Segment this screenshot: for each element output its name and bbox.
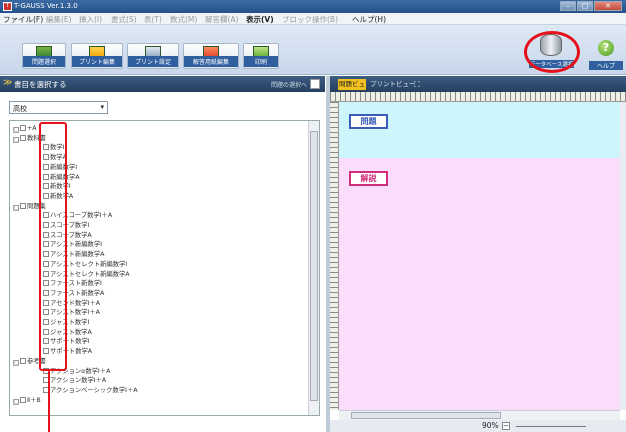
preview-horizontal-scrollbar[interactable] bbox=[339, 410, 620, 420]
help-button[interactable]: ? ヘルプ bbox=[589, 40, 623, 70]
preview-horizontal-thumb[interactable] bbox=[351, 412, 501, 419]
zoom-slider[interactable] bbox=[516, 426, 586, 427]
preview-vertical-scrollbar[interactable] bbox=[620, 102, 626, 410]
tree-category[interactable]: □ Ⅱ＋B bbox=[13, 396, 41, 405]
answer-sheet-edit-button[interactable]: 解答用紙編集 bbox=[183, 43, 239, 69]
question-label: 問題 bbox=[349, 114, 388, 129]
book-select-title: 書目を選択する bbox=[14, 80, 67, 89]
menu-insert[interactable]: 挿入(I) bbox=[79, 14, 102, 25]
tree-checkbox[interactable] bbox=[20, 396, 26, 403]
school-level-select[interactable]: 高校 ▾ bbox=[9, 101, 108, 114]
tree-label: +A bbox=[27, 125, 37, 132]
expand-collapse-icon[interactable]: □ bbox=[13, 127, 19, 133]
answer-area[interactable] bbox=[339, 158, 620, 410]
horizontal-ruler bbox=[330, 92, 626, 102]
app-icon: T bbox=[3, 2, 12, 11]
expand-collapse-icon[interactable]: □ bbox=[13, 359, 19, 366]
tree-label: Ⅱ＋B bbox=[27, 396, 41, 404]
menu-help[interactable]: ヘルプ(H) bbox=[352, 14, 386, 25]
menu-format[interactable]: 書式(S) bbox=[111, 14, 137, 25]
double-arrow-icon: ≫ bbox=[3, 78, 13, 88]
tree-label: アクション数学Ⅰ＋A bbox=[50, 377, 107, 385]
print-settings-button[interactable]: プリント設定 bbox=[127, 43, 179, 69]
tree-item[interactable]: アクション数学Ⅰ＋A bbox=[43, 377, 106, 385]
menu-file[interactable]: ファイル(F) bbox=[3, 14, 43, 25]
red-annotation-line bbox=[48, 371, 50, 432]
print-edit-button[interactable]: プリント編集 bbox=[71, 43, 123, 69]
book-select-header: ≫ 書目を選択する 問題の選択へ bbox=[0, 76, 325, 92]
red-annotation-circle bbox=[524, 31, 580, 73]
expand-collapse-icon[interactable]: □ bbox=[13, 136, 19, 143]
title-bar: T T-GAUSS Ver.1.3.0 – □ ✕ bbox=[0, 0, 626, 13]
zoom-out-button[interactable]: − bbox=[502, 422, 510, 430]
problem-select-button[interactable]: 問題選択 bbox=[22, 43, 66, 69]
print-button[interactable]: 印刷 bbox=[243, 43, 279, 69]
menu-bar: ファイル(F) 編集(E) 挿入(I) 書式(S) 表(T) 数式(M) 解答欄… bbox=[0, 13, 626, 25]
minimize-button[interactable]: – bbox=[560, 1, 576, 11]
menu-edit[interactable]: 編集(E) bbox=[46, 14, 72, 25]
tree-scrollbar[interactable] bbox=[308, 121, 319, 415]
school-level-value: 高校 bbox=[13, 105, 27, 113]
go-to-problem-select-link[interactable]: 問題の選択へ bbox=[271, 80, 307, 89]
window-title: T-GAUSS Ver.1.3.0 bbox=[14, 2, 78, 10]
menu-block[interactable]: ブロック操作(B) bbox=[282, 14, 338, 25]
tab-problem-view[interactable]: 問題ビュー bbox=[338, 79, 366, 99]
expand-collapse-icon[interactable]: □ bbox=[13, 398, 19, 405]
view-tab-bar: 問題ビュー プリントビュー ⛶ bbox=[330, 76, 626, 99]
pane-toggle-button[interactable] bbox=[310, 79, 320, 89]
chevron-down-icon: ▾ bbox=[100, 103, 104, 111]
tree-checkbox[interactable] bbox=[20, 202, 26, 209]
vertical-ruler bbox=[330, 102, 339, 410]
close-button[interactable]: ✕ bbox=[594, 1, 622, 11]
menu-table[interactable]: 表(T) bbox=[144, 14, 162, 25]
menu-answer[interactable]: 解答欄(A) bbox=[205, 14, 238, 25]
tree-checkbox[interactable] bbox=[20, 357, 26, 364]
tree-label: アクションベーシック数学Ⅰ＋A bbox=[50, 386, 138, 394]
menu-view[interactable]: 表示(V) bbox=[246, 14, 274, 25]
maximize-button[interactable]: □ bbox=[577, 1, 593, 11]
help-icon: ? bbox=[598, 40, 614, 56]
tab-print-view[interactable]: プリントビュー bbox=[370, 79, 416, 90]
tree-item[interactable]: アクションベーシック数学Ⅰ＋A bbox=[43, 386, 138, 395]
status-bar: 90% − bbox=[330, 420, 626, 432]
question-area[interactable] bbox=[339, 102, 620, 158]
tree-checkbox[interactable] bbox=[20, 125, 26, 131]
tree-scrollbar-thumb[interactable] bbox=[310, 131, 318, 401]
red-annotation-box bbox=[39, 122, 67, 371]
menu-math[interactable]: 数式(M) bbox=[170, 14, 197, 25]
explanation-label: 解説 bbox=[349, 171, 388, 186]
expand-collapse-icon[interactable]: □ bbox=[13, 204, 19, 211]
expand-icon[interactable]: ⛶ bbox=[414, 79, 420, 90]
tree-category[interactable]: □ +A bbox=[13, 125, 37, 133]
tree-checkbox[interactable] bbox=[20, 134, 26, 141]
zoom-level: 90% bbox=[482, 421, 499, 430]
